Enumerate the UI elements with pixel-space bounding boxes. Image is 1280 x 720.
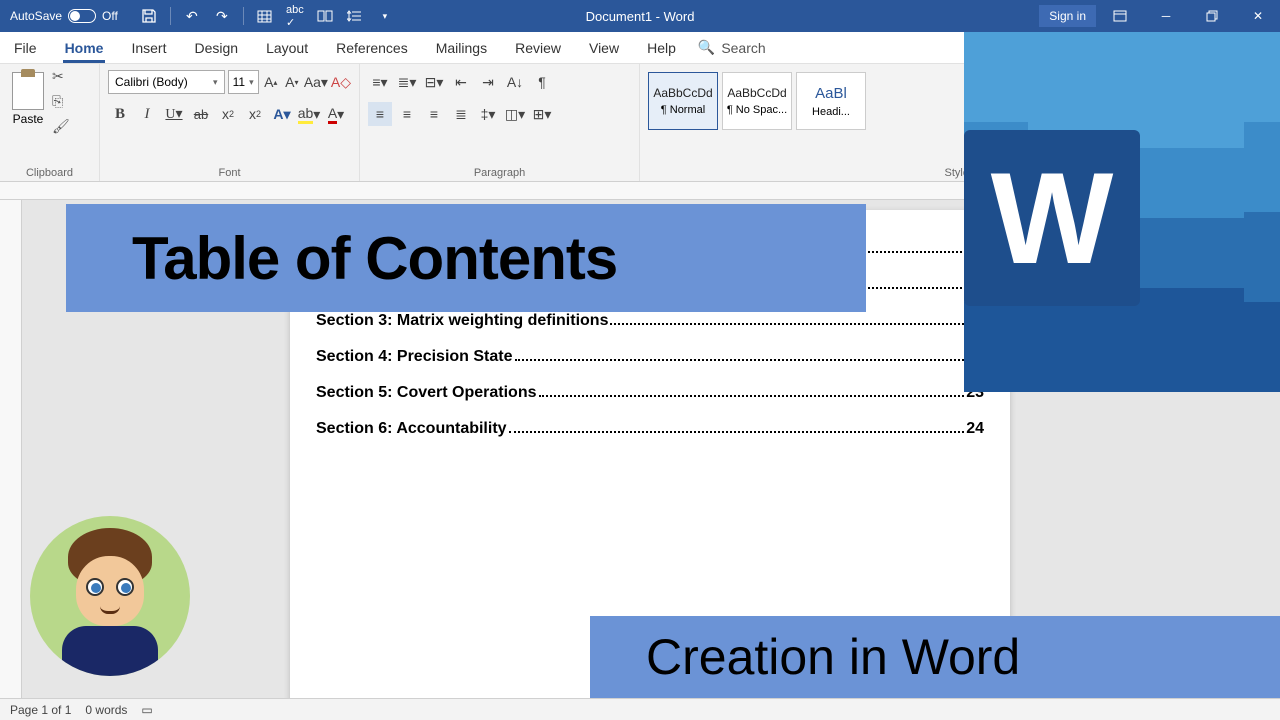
tab-layout[interactable]: Layout (252, 32, 322, 64)
line-spacing-icon[interactable]: ‡▾ (476, 102, 500, 126)
group-clipboard: Paste ✂ ⎘ 🖌 Clipboard (0, 64, 100, 181)
autosave-label: AutoSave (10, 9, 62, 23)
search-label: Search (721, 40, 765, 56)
underline-button[interactable]: U▾ (162, 102, 186, 126)
align-left-icon[interactable]: ≡ (368, 102, 392, 126)
autosave-toggle[interactable]: AutoSave Off (0, 9, 128, 23)
sign-in-button[interactable]: Sign in (1039, 5, 1096, 27)
overlay-title-text: Table of Contents (132, 224, 617, 293)
save-icon[interactable] (136, 3, 162, 29)
cut-icon[interactable]: ✂ (52, 68, 70, 85)
shrink-font-icon[interactable]: A▾ (283, 70, 301, 94)
style-heading1[interactable]: AaBlHeadi... (796, 72, 866, 130)
change-case-icon[interactable]: Aa▾ (304, 70, 328, 94)
toc-entry: Section 6: Accountability24 (316, 420, 984, 438)
tell-me-search[interactable]: 🔍 Search (698, 39, 766, 56)
font-selector[interactable]: Calibri (Body)▾ (108, 70, 225, 94)
close-icon[interactable]: ✕ (1236, 0, 1280, 32)
format-painter-icon[interactable]: 🖌 (52, 118, 70, 135)
toc-entry: Section 4: Precision State21 (316, 348, 984, 366)
tab-file[interactable]: File (0, 32, 51, 64)
font-label: Font (108, 165, 351, 179)
font-size-selector[interactable]: 11▾ (228, 70, 259, 94)
avatar-icon (30, 516, 190, 676)
paste-button[interactable]: Paste (8, 68, 48, 135)
spell-check-icon[interactable]: ▭ (141, 703, 152, 717)
overlay-title-banner: Table of Contents (66, 204, 866, 312)
status-bar: Page 1 of 1 0 words ▭ (0, 698, 1280, 720)
redo-icon[interactable]: ↷ (209, 3, 235, 29)
copy-icon[interactable]: ⎘ (52, 93, 70, 110)
style-normal[interactable]: AaBbCcDd¶ Normal (648, 72, 718, 130)
multilevel-icon[interactable]: ⊟▾ (422, 70, 446, 94)
align-center-icon[interactable]: ≡ (395, 102, 419, 126)
paste-label: Paste (13, 112, 44, 126)
tab-insert[interactable]: Insert (117, 32, 180, 64)
search-icon: 🔍 (698, 39, 715, 56)
tab-references[interactable]: References (322, 32, 422, 64)
ribbon-display-icon[interactable] (1098, 0, 1142, 32)
numbering-icon[interactable]: ≣▾ (395, 70, 419, 94)
undo-icon[interactable]: ↶ (179, 3, 205, 29)
table-icon[interactable] (252, 3, 278, 29)
group-paragraph: ≡▾ ≣▾ ⊟▾ ⇤ ⇥ A↓ ¶ ≡ ≡ ≡ ≣ ‡▾ ◫▾ ⊞▾ Parag… (360, 64, 640, 181)
decrease-indent-icon[interactable]: ⇤ (449, 70, 473, 94)
align-right-icon[interactable]: ≡ (422, 102, 446, 126)
tab-home[interactable]: Home (51, 32, 118, 64)
superscript-button[interactable]: x2 (243, 102, 267, 126)
increase-indent-icon[interactable]: ⇥ (476, 70, 500, 94)
title-bar: AutoSave Off ↶ ↷ abc✓ ▾ Document1 - Word… (0, 0, 1280, 32)
tab-review[interactable]: Review (501, 32, 575, 64)
overlay-caption-banner: Creation in Word (590, 616, 1280, 698)
tab-help[interactable]: Help (633, 32, 690, 64)
font-size: 11 (233, 75, 245, 89)
clear-format-icon[interactable]: A◇ (331, 70, 351, 94)
justify-icon[interactable]: ≣ (449, 102, 473, 126)
bullets-icon[interactable]: ≡▾ (368, 70, 392, 94)
tab-design[interactable]: Design (180, 32, 252, 64)
paste-icon (12, 72, 44, 110)
tab-mailings[interactable]: Mailings (422, 32, 501, 64)
paragraph-label: Paragraph (368, 165, 631, 179)
font-color-icon[interactable]: A▾ (324, 102, 348, 126)
sort-icon[interactable]: A↓ (503, 70, 527, 94)
qat-more-icon[interactable]: ▾ (372, 3, 398, 29)
word-logo-icon: W (964, 78, 1244, 358)
italic-button[interactable]: I (135, 102, 159, 126)
grow-font-icon[interactable]: A▴ (262, 70, 280, 94)
word-count[interactable]: 0 words (85, 703, 127, 717)
autosave-state: Off (102, 9, 118, 23)
minimize-icon[interactable]: ─ (1144, 0, 1188, 32)
quick-access-toolbar: ↶ ↷ abc✓ ▾ (136, 3, 398, 29)
style-nospacing[interactable]: AaBbCcDd¶ No Spac... (722, 72, 792, 130)
shading-icon[interactable]: ◫▾ (503, 102, 527, 126)
show-marks-icon[interactable]: ¶ (530, 70, 554, 94)
maximize-icon[interactable] (1190, 0, 1234, 32)
font-name: Calibri (Body) (115, 75, 188, 89)
clipboard-label: Clipboard (8, 165, 91, 179)
toggle-icon (68, 9, 96, 23)
overlay-caption-text: Creation in Word (646, 628, 1020, 686)
read-icon[interactable] (312, 3, 338, 29)
strikethrough-button[interactable]: ab (189, 102, 213, 126)
vertical-ruler[interactable] (0, 200, 22, 698)
spacing-icon[interactable] (342, 3, 368, 29)
document-title: Document1 - Word (586, 9, 695, 24)
highlight-icon[interactable]: ab▾ (297, 102, 321, 126)
subscript-button[interactable]: x2 (216, 102, 240, 126)
toc-entry: Section 3: Matrix weighting definitions1… (316, 312, 984, 330)
spellcheck-icon[interactable]: abc✓ (282, 3, 308, 29)
toc-entry: Section 5: Covert Operations23 (316, 384, 984, 402)
page-indicator[interactable]: Page 1 of 1 (10, 703, 71, 717)
tab-view[interactable]: View (575, 32, 633, 64)
group-font: Calibri (Body)▾ 11▾ A▴ A▾ Aa▾ A◇ B I U▾ … (100, 64, 360, 181)
bold-button[interactable]: B (108, 102, 132, 126)
borders-icon[interactable]: ⊞▾ (530, 102, 554, 126)
text-effects-icon[interactable]: A▾ (270, 102, 294, 126)
